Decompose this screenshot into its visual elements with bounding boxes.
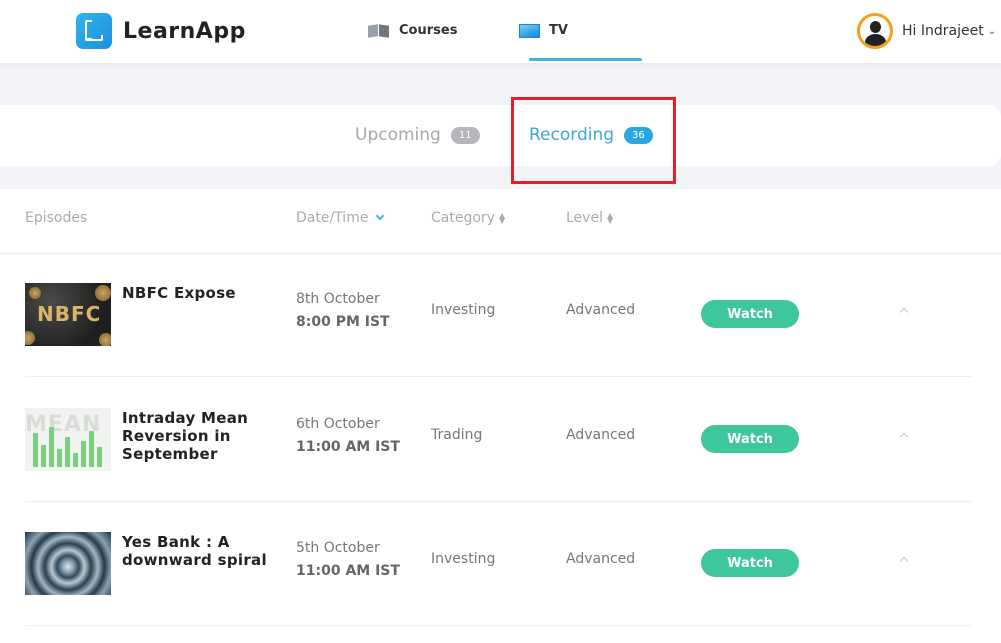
highlight-box: [511, 97, 676, 184]
table-row: MEAN Intraday Mean Reversion in Septembe…: [0, 378, 1001, 502]
tab-upcoming-label: Upcoming: [355, 125, 441, 145]
episode-level: Advanced: [566, 302, 636, 318]
episode-title[interactable]: Yes Bank : A downward spiral: [122, 533, 282, 569]
upcoming-count-badge: 11: [450, 126, 480, 144]
learnapp-logo-icon[interactable]: [76, 13, 112, 49]
thumbnail-text: NBFC: [37, 302, 102, 326]
nav-courses[interactable]: Courses: [368, 23, 457, 38]
chevron-up-icon[interactable]: [899, 556, 909, 566]
nav-tv-label: TV: [549, 23, 568, 38]
logo-text[interactable]: LearnApp: [123, 19, 246, 44]
tab-upcoming[interactable]: Upcoming 11: [355, 125, 480, 145]
episode-date: 6th October: [296, 416, 380, 432]
tab-bar: Upcoming 11 Recording 36: [0, 105, 1001, 166]
episode-level: Advanced: [566, 427, 636, 443]
col-header-level[interactable]: Level ▲ ▼: [566, 210, 613, 226]
col-header-level-label: Level: [566, 210, 603, 226]
col-header-episodes: Episodes: [25, 210, 87, 226]
chevron-down-icon: ⌄: [987, 25, 997, 37]
watch-button[interactable]: Watch: [701, 300, 799, 328]
chevron-up-icon[interactable]: [899, 432, 909, 442]
avatar[interactable]: [857, 13, 893, 49]
sort-down-icon[interactable]: [376, 211, 385, 221]
episode-thumbnail[interactable]: MEAN: [25, 408, 111, 471]
sort-icon[interactable]: ▲ ▼: [499, 212, 505, 225]
user-greeting: Hi Indrajeet: [902, 23, 984, 39]
top-header: LearnApp Courses TV Hi Indrajeet ⌄: [0, 0, 1001, 63]
watch-button[interactable]: Watch: [701, 549, 799, 577]
table-row: Yes Bank : A downward spiral 5th October…: [0, 502, 1001, 626]
table-row: NBFC NBFC Expose 8th October 8:00 PM IST…: [0, 253, 1001, 377]
nav-courses-label: Courses: [399, 23, 458, 38]
divider: [25, 625, 972, 626]
episode-title[interactable]: NBFC Expose: [122, 284, 282, 302]
book-icon: [368, 23, 390, 38]
col-header-date-label: Date/Time: [296, 210, 369, 226]
col-header-category[interactable]: Category ▲ ▼: [431, 210, 505, 226]
episode-date: 8th October: [296, 291, 380, 307]
episodes-table: Episodes Date/Time Category ▲ ▼ Level ▲ ▼ …: [0, 189, 1001, 643]
active-tab-indicator: [529, 58, 642, 61]
chevron-up-icon[interactable]: [899, 307, 909, 317]
col-header-date[interactable]: Date/Time: [296, 210, 385, 226]
sort-icon[interactable]: ▲ ▼: [607, 212, 613, 225]
episode-time: 11:00 AM IST: [296, 563, 400, 579]
col-header-episodes-label: Episodes: [25, 210, 88, 226]
tv-icon: [519, 23, 540, 38]
user-menu[interactable]: Hi Indrajeet ⌄: [857, 13, 996, 49]
watch-button[interactable]: Watch: [701, 425, 799, 453]
episode-category: Trading: [431, 427, 483, 443]
episode-title[interactable]: Intraday Mean Reversion in September: [122, 409, 282, 463]
episode-thumbnail[interactable]: [25, 532, 111, 595]
episode-category: Investing: [431, 302, 496, 318]
episode-category: Investing: [431, 551, 496, 567]
episode-time: 8:00 PM IST: [296, 314, 390, 330]
episode-time: 11:00 AM IST: [296, 439, 400, 455]
nav-tv[interactable]: TV: [519, 23, 568, 38]
episode-level: Advanced: [566, 551, 636, 567]
episode-thumbnail[interactable]: NBFC: [25, 283, 111, 346]
episode-date: 5th October: [296, 540, 380, 556]
col-header-category-label: Category: [431, 210, 495, 226]
divider: [25, 376, 972, 377]
